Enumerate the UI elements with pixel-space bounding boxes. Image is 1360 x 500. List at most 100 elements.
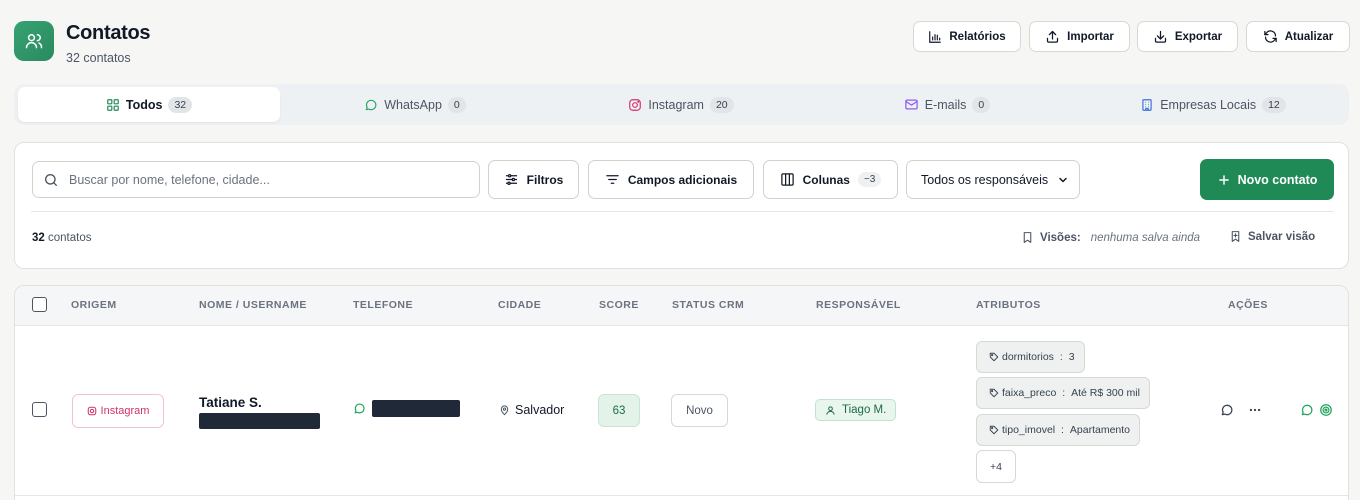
columns-icon <box>780 173 794 186</box>
col-responsavel: RESPONSÁVEL <box>816 299 901 311</box>
tab-todos[interactable]: Todos 32 <box>18 87 280 122</box>
redacted-username <box>199 413 320 429</box>
refresh-button[interactable]: Atualizar <box>1246 21 1350 52</box>
save-view-label: Salvar visão <box>1248 230 1316 243</box>
target-action-button[interactable] <box>1318 402 1334 418</box>
attribute-tag[interactable]: dormitorios : 3 <box>976 341 1085 373</box>
whatsapp-icon <box>354 403 365 414</box>
responsible-select[interactable]: Todos os responsáveis <box>906 160 1080 199</box>
tab-count: 0 <box>447 96 466 113</box>
col-cidade: CIDADE <box>498 299 542 311</box>
new-contact-label: Novo contato <box>1237 172 1318 187</box>
tab-label: Empresas Locais <box>1160 97 1257 112</box>
export-label: Exportar <box>1174 30 1223 43</box>
col-nome: NOME / USERNAME <box>199 299 307 311</box>
select-all-checkbox[interactable] <box>32 297 47 312</box>
instagram-icon <box>629 98 642 111</box>
attribute-key: dormitorios <box>1002 351 1054 363</box>
bar-chart-icon <box>929 30 942 43</box>
responsible-label: Tiago M. <box>842 404 887 416</box>
contacts-count-label: contatos <box>48 232 92 244</box>
whatsapp-action-button[interactable] <box>1299 402 1315 418</box>
bookmark-plus-icon <box>1231 231 1240 242</box>
filter-lines-icon <box>606 175 619 184</box>
saved-views: Visões: nenhuma salva ainda <box>1021 231 1200 244</box>
contacts-table: ORIGEM NOME / USERNAME TELEFONE CIDADE S… <box>14 285 1349 500</box>
bookmark-icon <box>1023 232 1032 243</box>
filter-divider <box>31 211 1334 212</box>
tag-icon <box>989 388 999 398</box>
search-icon <box>45 173 57 186</box>
additional-fields-button[interactable]: Campos adicionais <box>588 160 754 199</box>
building-icon <box>1142 98 1152 111</box>
more-actions-button[interactable] <box>1247 402 1263 418</box>
page-title: Contatos <box>66 22 151 44</box>
attribute-key: faixa_preco <box>1002 387 1057 399</box>
col-acoes: AÇÕES <box>1228 299 1268 311</box>
reports-button[interactable]: Relatórios <box>913 21 1021 52</box>
tab-count: 0 <box>972 96 991 113</box>
tab-instagram[interactable]: Instagram 20 <box>550 87 812 122</box>
refresh-icon <box>1263 30 1277 43</box>
views-value: nenhuma salva ainda <box>1090 231 1201 244</box>
plus-icon <box>1218 174 1229 185</box>
more-attributes-button[interactable]: +4 <box>976 450 1016 483</box>
message-circle-icon <box>1221 404 1233 416</box>
attribute-tag[interactable]: tipo_imovel : Apartamento <box>976 414 1141 446</box>
attribute-value: Apartamento <box>1069 424 1131 436</box>
upload-icon <box>1047 30 1059 43</box>
columns-button[interactable]: Colunas −3 <box>763 160 898 199</box>
sliders-icon <box>505 173 517 186</box>
origin-badge[interactable]: Instagram <box>72 394 164 428</box>
contact-name[interactable]: Tatiane S. <box>199 395 262 410</box>
whatsapp-icon <box>365 99 377 110</box>
mail-icon <box>904 99 918 110</box>
whatsapp-icon <box>1301 404 1313 416</box>
contact-phone[interactable] <box>353 400 460 417</box>
status-badge[interactable]: Novo <box>671 394 728 427</box>
search-box <box>32 161 480 198</box>
tab-label: E-mails <box>924 97 967 112</box>
tab-emails[interactable]: E-mails 0 <box>816 87 1078 122</box>
responsible-select-value: Todos os responsáveis <box>921 172 1049 187</box>
tab-label: Todos <box>125 97 163 112</box>
col-telefone: TELEFONE <box>353 299 414 311</box>
chevron-down-icon <box>1059 177 1067 182</box>
tag-icon <box>989 352 999 362</box>
filters-button[interactable]: Filtros <box>488 160 579 199</box>
row-divider <box>15 495 1348 496</box>
origin-label: Instagram <box>100 405 150 417</box>
columns-label: Colunas <box>802 172 850 187</box>
tag-icon <box>989 425 999 435</box>
import-label: Importar <box>1067 30 1114 43</box>
reports-label: Relatórios <box>949 30 1006 43</box>
tab-count: 20 <box>709 96 734 113</box>
columns-badge: −3 <box>857 172 882 187</box>
row-checkbox[interactable] <box>32 402 47 417</box>
attribute-sep: : <box>1056 351 1066 363</box>
table-header: ORIGEM NOME / USERNAME TELEFONE CIDADE S… <box>15 286 1348 326</box>
refresh-label: Atualizar <box>1284 30 1334 43</box>
more-horizontal-icon <box>1249 408 1261 412</box>
save-view-button[interactable]: Salvar visão <box>1229 230 1315 243</box>
new-contact-button[interactable]: Novo contato <box>1200 159 1334 200</box>
search-input[interactable] <box>69 172 449 187</box>
contacts-app-icon <box>14 21 54 61</box>
map-pin-icon <box>500 404 509 415</box>
additional-fields-label: Campos adicionais <box>627 172 738 187</box>
responsible-badge[interactable]: Tiago M. <box>815 399 897 421</box>
attribute-value: 3 <box>1068 351 1075 363</box>
views-label: Visões: <box>1040 231 1081 244</box>
message-action-button[interactable] <box>1219 402 1235 418</box>
export-button[interactable]: Exportar <box>1137 21 1238 52</box>
tab-empresas-locais[interactable]: Empresas Locais 12 <box>1082 87 1344 122</box>
col-status: STATUS CRM <box>672 299 745 311</box>
redacted-phone <box>372 400 460 417</box>
tab-label: WhatsApp <box>384 97 442 112</box>
attribute-value: Até R$ 300 mil <box>1071 387 1140 399</box>
import-button[interactable]: Importar <box>1029 21 1130 52</box>
col-score: SCORE <box>599 299 639 311</box>
attribute-tag[interactable]: faixa_preco : Até R$ 300 mil <box>976 377 1150 409</box>
tab-whatsapp[interactable]: WhatsApp 0 <box>284 87 546 122</box>
col-origem: ORIGEM <box>71 299 117 311</box>
